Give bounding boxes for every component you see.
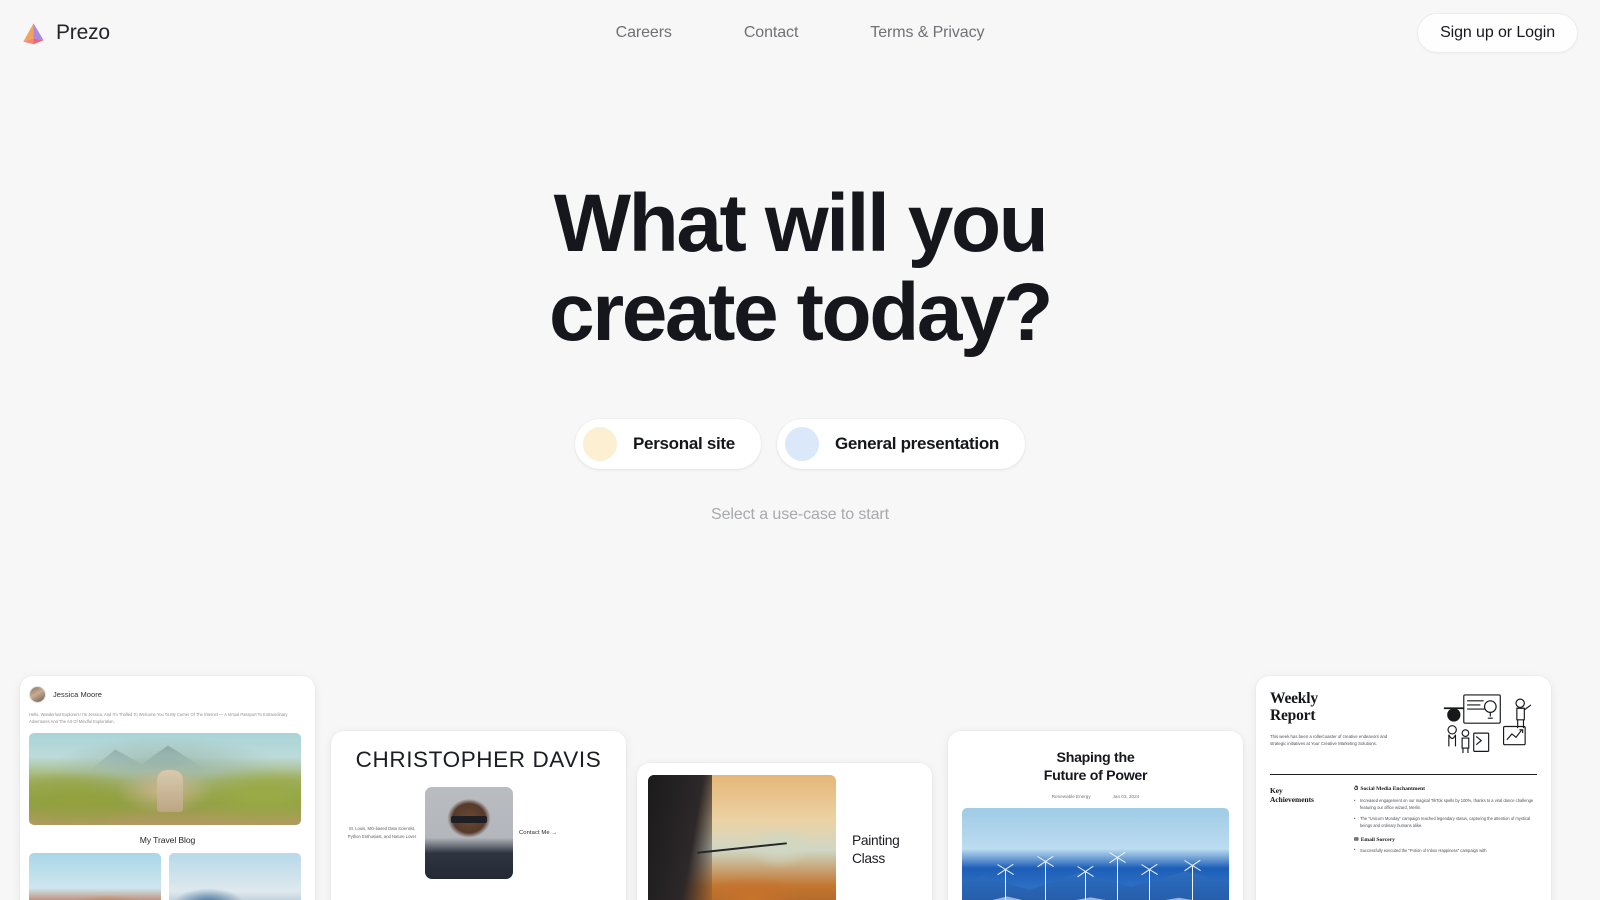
report-title-line-2: Report [1270,707,1316,725]
usecase-personal-site[interactable]: Personal site [575,419,761,470]
article-title-line-2: Future of Power [1043,768,1148,785]
nav-link-contact[interactable]: Contact [744,24,799,42]
template-card-weekly-report[interactable]: Weekly Report This week has been a rolle… [1256,676,1551,900]
report-intro-text: This week has been a rollercoaster of cr… [1270,733,1388,747]
report-section: ⏱Social Media Enchantment Increased enga… [1354,786,1537,830]
report-section-heading-text: Social Media Enchantment [1360,786,1426,792]
article-category: Renewable Energy [1051,793,1091,799]
page-title-line-2: create today? [548,266,1053,358]
usecase-general-presentation[interactable]: General presentation [776,419,1025,470]
report-bullet: Increased engagement on our magical TikT… [1354,796,1537,811]
report-title-line-1: Weekly [1270,690,1318,707]
team-illustration-icon [1443,694,1532,754]
profile-photo [425,787,513,879]
hero-section: What will you create today? Personal sit… [0,178,1600,524]
template-card-painting-class[interactable]: Painting Class [637,763,932,900]
report-section-heading-text: Email Sorcery [1360,836,1395,843]
report-section-heading: ✉ Email Sorcery [1354,837,1537,843]
usecase-label-general: General presentation [834,434,999,454]
nav-link-terms-privacy[interactable]: Terms & Privacy [870,24,984,42]
profile-contact-link: Contact Me → [519,830,558,836]
template-card-personal-profile[interactable]: CHRISTOPHER DAVIS St. Louis, MO-based Da… [331,731,626,900]
usecase-color-dot-personal [583,427,617,462]
report-key-achievements-label: Key Achievements [1270,786,1342,861]
signup-login-button[interactable]: Sign up or Login [1417,13,1578,53]
divider [1270,774,1537,775]
blog-author-name: Jessica Moore [53,690,103,699]
report-section: ✉Email Sorcery Successfully executed the… [1354,837,1537,854]
mail-icon: ✉ [1354,836,1359,843]
template-card-travel-blog[interactable]: Jessica Moore Hello, Wanderlust Explorer… [20,676,315,900]
blog-thumbnail-row [29,853,306,900]
brand-name: Prezo [56,21,110,44]
article-title: Shaping the Future of Power [962,749,1229,786]
article-hero-image [962,807,1229,900]
usecase-label-personal: Personal site [633,434,735,454]
usecase-options: Personal site General presentation [575,419,1025,470]
painting-class-title-line-1: Painting [852,833,900,849]
site-header: Prezo Careers Contact Terms & Privacy Si… [0,0,1600,66]
painting-class-title-line-2: Class [852,851,885,866]
report-title: Weekly Report [1270,690,1420,725]
blog-thumbnail [29,853,161,900]
template-card-article[interactable]: Shaping the Future of Power Renewable En… [948,731,1243,900]
blog-section-title: My Travel Blog [139,835,196,846]
nav-link-careers[interactable]: Careers [616,24,672,42]
key-label-line-1: Key [1270,786,1283,795]
blog-thumbnail [169,853,301,900]
brand-logo[interactable]: Prezo [20,20,110,47]
report-bullet: The "Unicorn Monday" campaign reached le… [1354,815,1537,829]
template-gallery: Jessica Moore Hello, Wanderlust Explorer… [0,660,1600,900]
profile-name: CHRISTOPHER DAVIS [355,747,602,772]
clock-icon: ⏱ [1354,786,1359,792]
key-label-line-2: Achievements [1270,795,1314,805]
blog-hero-image [29,733,301,826]
page-title: What will you create today? [548,178,1053,358]
usecase-hint-text: Select a use-case to start [711,506,889,524]
avatar [29,686,46,703]
article-date: Jan 03, 2024 [1112,793,1140,799]
blog-author-row: Jessica Moore [29,686,306,703]
page-title-line-1: What will you [553,178,1049,269]
report-section-heading: ⏱ Social Media Enchantment [1354,786,1537,793]
main-nav: Careers Contact Terms & Privacy [616,24,985,42]
landing-page: Prezo Careers Contact Terms & Privacy Si… [0,0,1600,900]
usecase-color-dot-general [784,427,819,462]
painting-class-image [648,775,836,900]
painting-class-title: Painting Class [852,832,900,867]
blog-bio-text: Hello, Wanderlust Explorers! I'm Jessica… [29,712,288,725]
article-title-line-1: Shaping the [1056,750,1135,766]
article-meta: Renewable Energy Jan 03, 2024 [962,794,1229,799]
profile-bio-text: St. Louis, MO-based Data Scientist, Pyth… [347,826,417,839]
report-bullet: Successfully executed the "Potion of Inb… [1354,846,1537,854]
pyramid-logo-icon [23,22,44,44]
